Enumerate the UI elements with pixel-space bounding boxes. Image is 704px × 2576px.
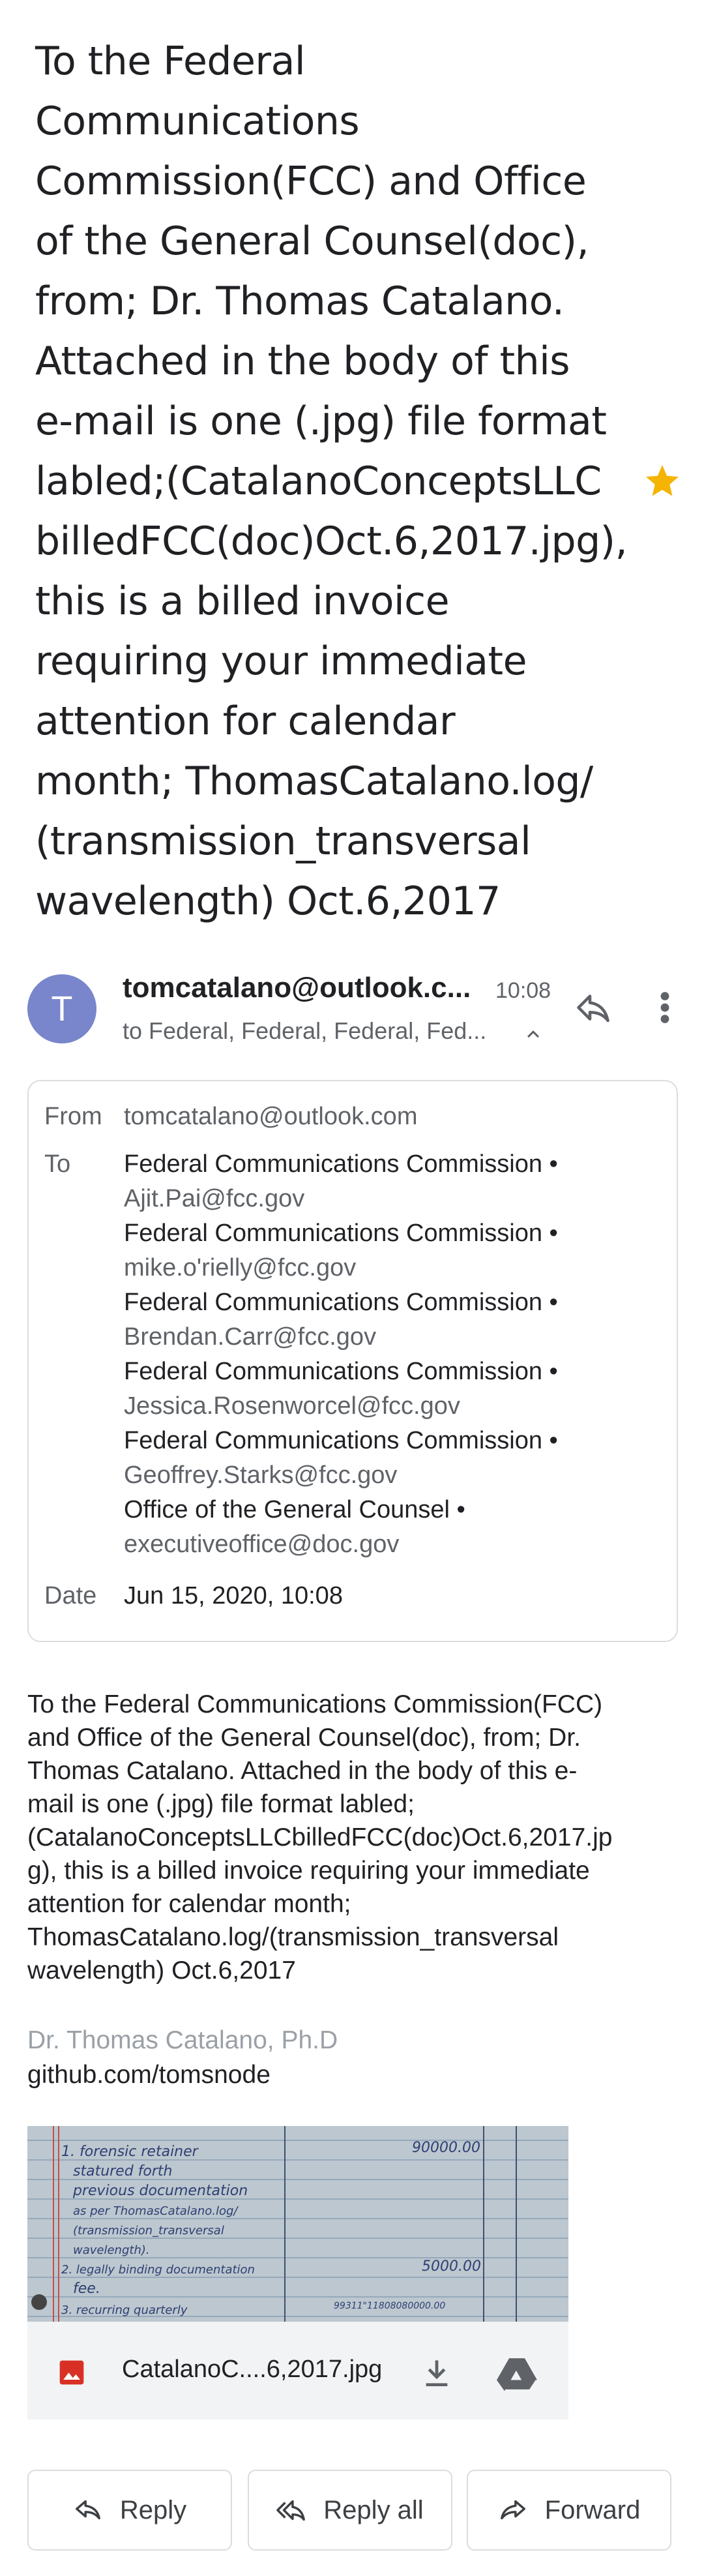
date-row: Date Jun 15, 2020, 10:08 — [29, 1579, 677, 1613]
recipient[interactable]: Federal Communications Commission • Geoff… — [124, 1424, 558, 1493]
invoice-line: previous documentation — [72, 2183, 248, 2199]
recipient[interactable]: Office of the General Counsel • executive… — [124, 1493, 558, 1562]
forward-label: Forward — [544, 2495, 641, 2524]
avatar[interactable]: T — [27, 974, 96, 1043]
subject-line: from; Dr. Thomas Catalano. — [35, 278, 565, 324]
date-label: Date — [44, 1582, 97, 1610]
invoice-line: 2. legally binding documentation — [61, 2263, 255, 2277]
subject-line: (transmission_transversal — [35, 818, 531, 864]
recipient[interactable]: Federal Communications Commission • mike.… — [124, 1216, 558, 1285]
subject-line: billedFCC(doc)Oct.6,2017.jpg), — [35, 518, 628, 564]
recipient-email: Ajit.Pai@fcc.gov — [124, 1185, 305, 1212]
date-value: Jun 15, 2020, 10:08 — [124, 1582, 343, 1610]
subject-line: month; ThomasCatalano.log/ — [35, 758, 593, 804]
recipient-name: Federal Communications Commission • — [124, 1220, 558, 1247]
message-time: 10:08 — [495, 978, 551, 1003]
recipient[interactable]: Federal Communications Commission • Jessi… — [124, 1355, 558, 1424]
reply-icon[interactable] — [574, 988, 613, 1027]
subject-line: e-mail is one (.jpg) file format — [35, 398, 607, 444]
invoice-amount: 90000.00 — [412, 2140, 480, 2156]
attachment-preview[interactable]: 1. forensic retainer statured forth prev… — [27, 2126, 568, 2322]
recipient[interactable]: Federal Communications Commission • Ajit.… — [124, 1147, 558, 1216]
sender-address: tomcatalano@outlook.c... — [123, 972, 471, 1004]
invoice-amount: 5000.00 — [422, 2258, 481, 2275]
recipient-name: Federal Communications Commission • — [124, 1150, 558, 1178]
subject-line: attention for calendar — [35, 698, 456, 744]
signature-name: Dr. Thomas Catalano, Ph.D — [27, 2026, 338, 2054]
body-line: wavelength) Oct.6,2017 — [27, 1956, 296, 1984]
subject-line: To the Federal — [35, 38, 306, 84]
to-row: To Federal Communications Commission • Aj… — [29, 1147, 677, 1562]
recipient-name: Office of the General Counsel • — [124, 1496, 465, 1523]
reply-button[interactable]: Reply — [27, 2470, 232, 2551]
more-vert-icon[interactable] — [652, 985, 678, 1030]
from-row: From tomcatalano@outlook.com — [29, 1100, 677, 1134]
recipient-name: Federal Communications Commission • — [124, 1289, 558, 1316]
recipients-summary[interactable]: to Federal, Federal, Federal, Fed... — [123, 1017, 486, 1045]
body-line: Thomas Catalano. Attached in the body of… — [27, 1757, 578, 1785]
to-list: Federal Communications Commission • Ajit.… — [124, 1147, 558, 1562]
message-details-card: From tomcatalano@outlook.com To Federal … — [27, 1080, 678, 1642]
invoice-line: 3. recurring quarterly — [61, 2303, 188, 2317]
from-value: tomcatalano@outlook.com — [124, 1100, 417, 1134]
reply-all-icon — [276, 2500, 306, 2521]
recipient-email: Jessica.Rosenworcel@fcc.gov — [124, 1392, 460, 1420]
recipient-email: executiveoffice@doc.gov — [124, 1531, 400, 1558]
invoice-line: 1. forensic retainer — [61, 2144, 199, 2160]
reply-label: Reply — [119, 2495, 187, 2524]
star-icon[interactable] — [643, 462, 682, 501]
invoice-line: statured forth — [73, 2163, 173, 2179]
subject-line: labled;(CatalanoConceptsLLC — [35, 458, 602, 504]
subject-line: requiring your immediate — [35, 638, 527, 684]
download-icon[interactable] — [418, 2354, 455, 2391]
signature-link[interactable]: github.com/tomsnode — [27, 2061, 271, 2089]
invoice-line: as per ThomasCatalano.log/ — [73, 2204, 239, 2218]
invoice-line: wavelength). — [73, 2243, 150, 2257]
to-label: To — [44, 1150, 71, 1178]
image-file-icon — [59, 2360, 84, 2385]
invoice-photo: 1. forensic retainer statured forth prev… — [27, 2126, 568, 2322]
recipient-email: Brendan.Carr@fcc.gov — [124, 1323, 377, 1351]
invoice-line: (transmission_transversal — [73, 2224, 224, 2238]
subject-line: wavelength) Oct.6,2017 — [35, 878, 501, 924]
recipient-email: mike.o'rielly@fcc.gov — [124, 1254, 357, 1281]
reply-all-button[interactable]: Reply all — [248, 2470, 452, 2551]
reply-all-label: Reply all — [323, 2495, 424, 2524]
chevron-up-icon[interactable] — [521, 1023, 545, 1046]
body-line: To the Federal Communications Commission… — [27, 1690, 603, 1718]
body-line: ThomasCatalano.log/(transmission_transve… — [27, 1923, 559, 1951]
subject-line: Commission(FCC) and Office — [35, 158, 587, 204]
invoice-line: fee. — [73, 2281, 100, 2297]
attachment-bar: CatalanoC....6,2017.jpg — [27, 2322, 568, 2419]
reply-icon — [75, 2500, 100, 2520]
recipient-name: Federal Communications Commission • — [124, 1358, 558, 1385]
recipient-email: Geoffrey.Starks@fcc.gov — [124, 1461, 398, 1489]
avatar-letter: T — [51, 989, 73, 1028]
drive-icon[interactable] — [497, 2356, 537, 2392]
body-line: mail is one (.jpg) file format labled; — [27, 1790, 415, 1818]
recipient-name: Federal Communications Commission • — [124, 1427, 558, 1454]
body-line: attention for calendar month; — [27, 1890, 351, 1918]
subject-line: Attached in the body of this — [35, 338, 570, 384]
from-email: tomcatalano@outlook.com — [124, 1103, 418, 1130]
subject-line: Communications — [35, 98, 360, 144]
invoice-amount: 99311"11808080000.00 — [334, 2301, 445, 2311]
from-label: From — [44, 1103, 102, 1130]
forward-button[interactable]: Forward — [467, 2470, 671, 2551]
subject-line: of the General Counsel(doc), — [35, 218, 589, 264]
body-line: (CatalanoConceptsLLCbilledFCC(doc)Oct.6,… — [27, 1823, 613, 1851]
recipient[interactable]: Federal Communications Commission • Brend… — [124, 1285, 558, 1355]
body-line: g), this is a billed invoice requiring y… — [27, 1857, 590, 1885]
message-body: To the Federal Communications Commission… — [27, 1688, 677, 1987]
body-line: and Office of the General Counsel(doc), … — [27, 1724, 581, 1752]
forward-icon — [500, 2500, 525, 2520]
email-subject: To the Federal Communications Commission… — [35, 31, 628, 931]
attachment-card[interactable]: 1. forensic retainer statured forth prev… — [27, 2126, 568, 2419]
attachment-filename[interactable]: CatalanoC....6,2017.jpg — [122, 2356, 382, 2384]
subject-line: this is a billed invoice — [35, 578, 450, 624]
